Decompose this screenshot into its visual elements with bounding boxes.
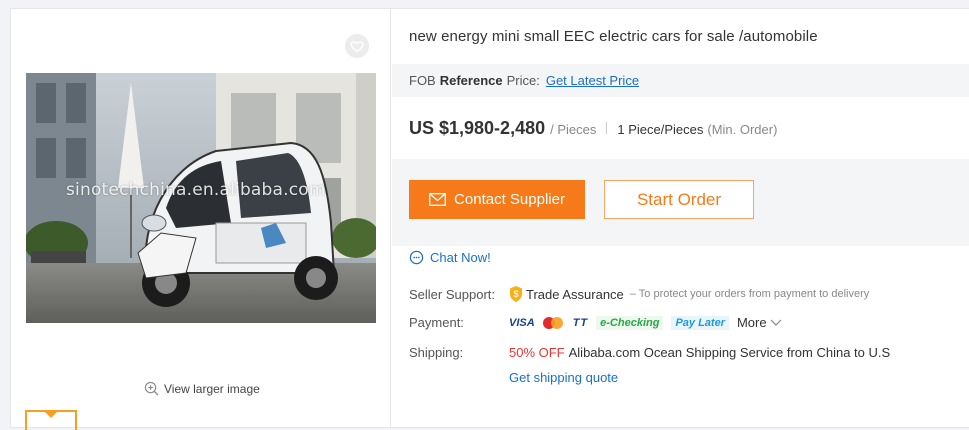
heart-icon xyxy=(350,41,364,53)
pay-later-icon: Pay Later xyxy=(671,315,729,330)
product-info-panel: new energy mini small EEC electric cars … xyxy=(392,9,969,429)
mastercard-icon xyxy=(542,316,565,330)
get-latest-price-link[interactable]: Get Latest Price xyxy=(546,73,639,88)
seller-support-label: Seller Support: xyxy=(409,286,495,302)
seller-support-row: Seller Support: $ Trade Assurance – To p… xyxy=(409,286,869,302)
fob-prefix: FOB xyxy=(409,73,436,88)
image-watermark: sinotechchina.en.alibaba.com xyxy=(66,180,326,200)
trade-assurance-label[interactable]: Trade Assurance xyxy=(526,287,624,302)
shipping-service-text: Alibaba.com Ocean Shipping Service from … xyxy=(568,345,891,360)
shipping-discount: 50% OFF xyxy=(509,345,565,360)
favorite-button[interactable] xyxy=(345,34,369,58)
product-title: new energy mini small EEC electric cars … xyxy=(409,28,818,45)
payment-more-label: More xyxy=(736,315,767,330)
payment-label: Payment: xyxy=(409,315,464,330)
trade-assurance-note: – To protect your orders from payment to… xyxy=(629,288,870,300)
divider xyxy=(606,122,608,134)
get-shipping-quote-link[interactable]: Get shipping quote xyxy=(509,370,618,385)
product-card: sinotechchina.en.alibaba.com View larger… xyxy=(10,8,969,430)
visa-icon: VISA xyxy=(509,316,535,329)
payment-more-button[interactable]: More xyxy=(737,315,782,330)
chat-now-link[interactable]: Chat Now! xyxy=(409,250,491,265)
action-bar: Contact Supplier Start Order xyxy=(392,159,969,246)
svg-text:$: $ xyxy=(513,289,518,299)
contact-supplier-label: Contact Supplier xyxy=(454,191,565,208)
view-larger-link[interactable]: View larger image xyxy=(144,381,260,396)
payment-row: Payment: VISA TT e-Checking Pay Later Mo… xyxy=(409,315,782,330)
view-larger-label: View larger image xyxy=(164,381,260,396)
min-order-note: (Min. Order) xyxy=(707,122,778,137)
chat-now-label: Chat Now! xyxy=(430,250,491,265)
fob-suffix: Price: xyxy=(506,73,540,88)
shipping-label: Shipping: xyxy=(409,345,464,360)
zoom-in-icon xyxy=(144,381,159,396)
price-unit: / Pieces xyxy=(550,122,597,137)
fob-price-bar: FOB Reference Price: Get Latest Price xyxy=(392,64,969,97)
product-image[interactable]: sinotechchina.en.alibaba.com xyxy=(26,73,376,323)
chat-icon xyxy=(409,250,424,265)
fob-reference: Reference xyxy=(439,73,503,88)
echecking-icon: e-Checking xyxy=(596,315,664,330)
trade-assurance-icon: $ xyxy=(510,286,522,302)
gallery-panel: sinotechchina.en.alibaba.com View larger… xyxy=(11,9,391,430)
price-value: US $1,980-2,480 xyxy=(409,118,546,138)
chevron-down-icon xyxy=(770,319,782,326)
contact-supplier-button[interactable]: Contact Supplier xyxy=(409,180,585,219)
tt-icon: TT xyxy=(572,316,589,329)
shipping-row: Shipping: 50% OFF Alibaba.com Ocean Ship… xyxy=(409,345,890,360)
start-order-button[interactable]: Start Order xyxy=(604,180,754,219)
price-row: US $1,980-2,480 / Pieces 1 Piece/Pieces … xyxy=(409,118,777,139)
envelope-icon xyxy=(429,193,446,206)
thumbnail-selected[interactable] xyxy=(25,410,77,430)
min-order-quantity: 1 Piece/Pieces xyxy=(617,122,704,137)
